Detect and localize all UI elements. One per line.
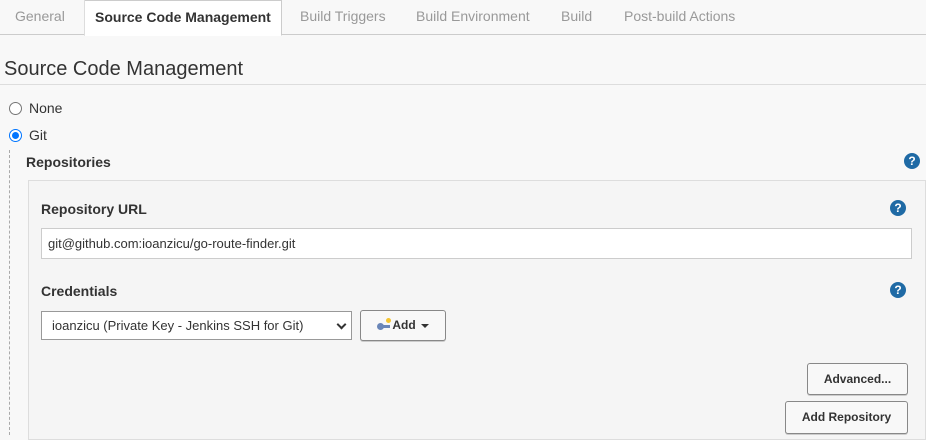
tab-build-environment[interactable]: Build Environment	[406, 0, 540, 35]
credentials-select[interactable]: ioanzicu (Private Key - Jenkins SSH for …	[41, 311, 352, 340]
tab-post-build-actions[interactable]: Post-build Actions	[614, 0, 745, 35]
tab-source-code-management[interactable]: Source Code Management	[84, 0, 282, 36]
scm-option-none[interactable]: None	[9, 99, 62, 117]
scm-option-label: None	[29, 100, 63, 116]
help-icon[interactable]: ?	[890, 282, 906, 298]
chevron-down-icon	[336, 319, 347, 330]
credentials-label: Credentials	[41, 283, 118, 299]
tab-bar: General Source Code Management Build Tri…	[0, 0, 926, 36]
radio-git[interactable]	[9, 128, 22, 142]
credentials-selected-value: ioanzicu (Private Key - Jenkins SSH for …	[52, 318, 304, 333]
tab-build-triggers[interactable]: Build Triggers	[290, 0, 396, 35]
repositories-label: Repositories	[26, 154, 111, 170]
tab-general[interactable]: General	[5, 0, 75, 35]
caret-down-icon	[420, 323, 429, 328]
tab-build[interactable]: Build	[551, 0, 602, 35]
advanced-button[interactable]: Advanced...	[807, 363, 908, 395]
section-divider	[0, 84, 926, 85]
radio-none[interactable]	[9, 101, 22, 115]
section-title: Source Code Management	[4, 58, 244, 80]
section-indent-guide	[9, 150, 10, 435]
key-icon	[377, 317, 392, 331]
help-icon[interactable]: ?	[890, 200, 906, 216]
scm-option-label: Git	[29, 127, 47, 143]
repository-url-input[interactable]: git@github.com:ioanzicu/go-route-finder.…	[41, 228, 912, 259]
repository-url-label: Repository URL	[41, 201, 147, 217]
add-credentials-button[interactable]: Add	[360, 310, 446, 341]
add-repository-button[interactable]: Add Repository	[785, 401, 908, 434]
tab-separator	[84, 0, 85, 35]
scm-option-git[interactable]: Git	[9, 126, 47, 144]
add-button-label: Add	[392, 318, 416, 332]
help-icon[interactable]: ?	[904, 153, 920, 169]
